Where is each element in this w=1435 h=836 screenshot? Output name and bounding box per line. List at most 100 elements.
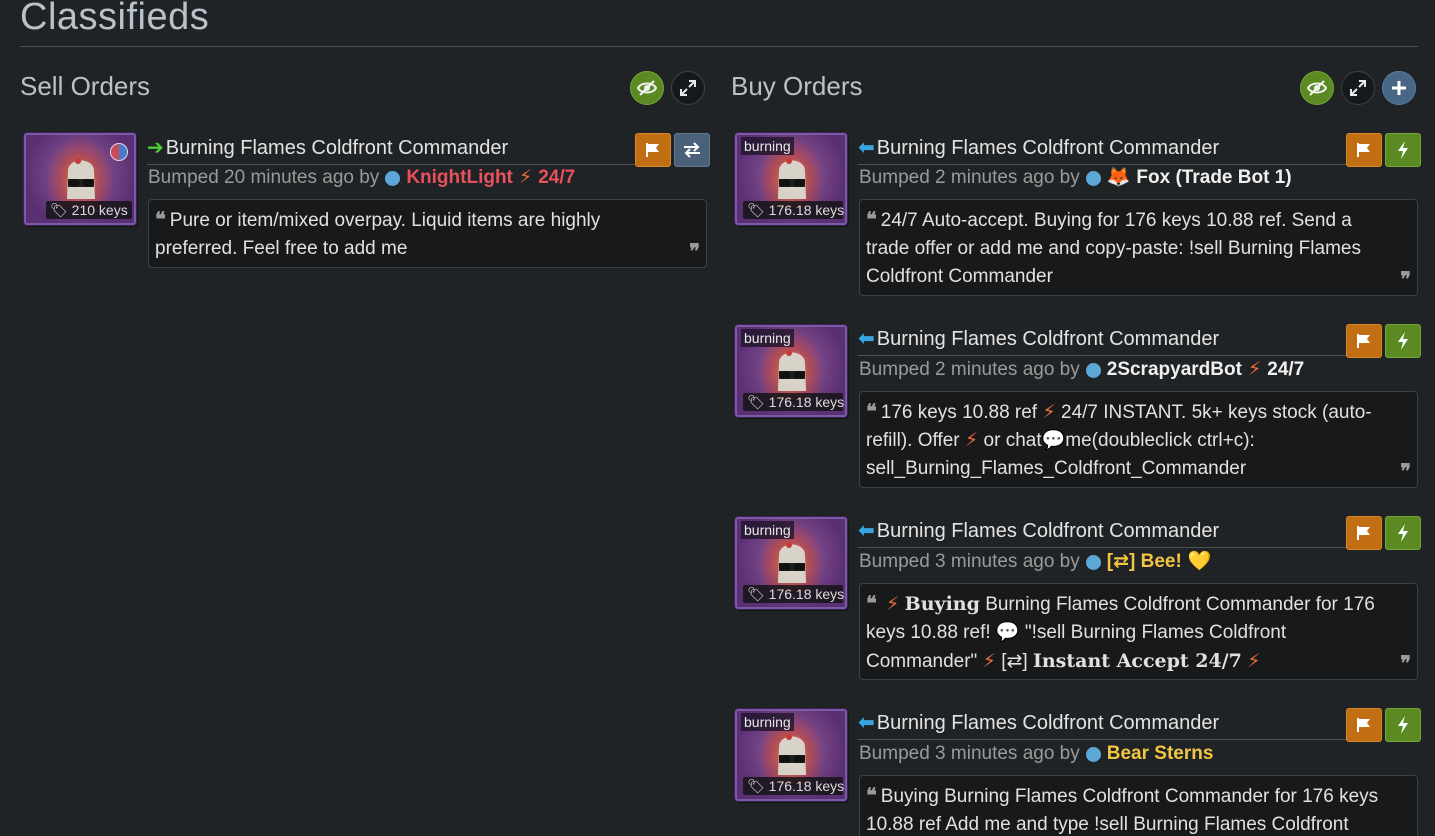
online-status-icon bbox=[385, 170, 401, 186]
instant-trade-button[interactable] bbox=[1385, 708, 1421, 742]
listing-comment: ❝ Pure or item/mixed overpay. Liquid item… bbox=[148, 199, 707, 268]
speech-bubble-icon: 💬 bbox=[1041, 430, 1066, 451]
classifieds-page: Classifieds Sell Orders 🏷 210 keys ➔ Bur… bbox=[0, 0, 1435, 836]
item-tile[interactable]: 🏷 210 keys bbox=[24, 133, 136, 225]
arrow-right-icon: ➔ bbox=[147, 137, 164, 159]
flag-icon bbox=[646, 143, 659, 157]
name-divider bbox=[858, 547, 1348, 548]
lightning-icon: ⚡ bbox=[1247, 359, 1262, 380]
report-button[interactable] bbox=[1346, 133, 1382, 167]
add-listing-button[interactable] bbox=[1382, 71, 1416, 105]
tag-icon: 🏷 bbox=[747, 394, 765, 410]
online-status-icon bbox=[1085, 746, 1101, 762]
coldfront-commander-icon bbox=[778, 158, 806, 199]
price-tag: 🏷 210 keys bbox=[46, 201, 132, 219]
item-tile[interactable]: burning 🏷 176.18 keys bbox=[735, 517, 847, 609]
report-button[interactable] bbox=[635, 133, 671, 167]
arrow-left-icon: ⬅ bbox=[858, 328, 875, 350]
expand-icon bbox=[680, 80, 696, 96]
exchange-icon bbox=[684, 142, 700, 158]
bumped-line: Bumped 3 minutes ago by Bear Sterns bbox=[859, 742, 1214, 766]
lightning-icon bbox=[1398, 332, 1408, 350]
tag-icon: 🏷 bbox=[747, 202, 765, 218]
name-divider bbox=[858, 355, 1348, 356]
listing-item-name[interactable]: ⬅ Burning Flames Coldfront Commander bbox=[858, 710, 1219, 736]
fox-icon: 🦊 bbox=[1106, 167, 1131, 188]
item-tile[interactable]: burning 🏷 176.18 keys bbox=[735, 325, 847, 417]
instant-trade-button[interactable] bbox=[1385, 324, 1421, 358]
quote-close-icon: ❞ bbox=[689, 239, 700, 263]
heart-icon: 💛 bbox=[1187, 551, 1212, 572]
report-button[interactable] bbox=[1346, 516, 1382, 550]
tag-icon: 🏷 bbox=[50, 202, 68, 218]
bot-tag: 24/7 bbox=[1267, 359, 1305, 380]
trade-offer-button[interactable] bbox=[674, 133, 710, 167]
item-tile[interactable]: burning 🏷 176.18 keys bbox=[735, 709, 847, 801]
username-link[interactable]: KnightLight bbox=[406, 166, 513, 190]
listing-comment: ❝ 24/7 Auto-accept. Buying for 176 keys 1… bbox=[859, 199, 1418, 296]
paint-indicator bbox=[110, 143, 128, 161]
quality-label: burning bbox=[741, 713, 794, 731]
bumped-line: Bumped 2 minutes ago by 🦊 Fox (Trade Bot… bbox=[859, 166, 1292, 190]
coldfront-commander-icon bbox=[67, 158, 95, 199]
bumped-line: Bumped 3 minutes ago by [⇄] Bee! 💛 bbox=[859, 550, 1212, 574]
listing-item-name[interactable]: ⬅ Burning Flames Coldfront Commander bbox=[858, 326, 1219, 352]
name-divider bbox=[147, 164, 637, 165]
listing-item-name[interactable]: ⬅ Burning Flames Coldfront Commander bbox=[858, 518, 1219, 544]
lightning-icon: ⚡ bbox=[1247, 651, 1261, 672]
lightning-icon: ⚡ bbox=[518, 167, 533, 188]
lightning-icon bbox=[1398, 524, 1408, 542]
coldfront-commander-icon bbox=[778, 542, 806, 583]
title-divider bbox=[20, 46, 1418, 47]
sell-orders-heading: Sell Orders bbox=[20, 71, 151, 101]
expand-button[interactable] bbox=[1341, 71, 1375, 105]
instant-trade-button[interactable] bbox=[1385, 133, 1421, 167]
username-link[interactable]: 2ScrapyardBot bbox=[1107, 358, 1242, 382]
listing-item-name[interactable]: ➔ Burning Flames Coldfront Commander bbox=[147, 135, 508, 161]
page-title: Classifieds bbox=[20, 0, 210, 38]
username-link[interactable]: [⇄] Bee! bbox=[1107, 550, 1182, 574]
quote-open-icon: ❝ bbox=[866, 207, 877, 231]
coldfront-commander-icon bbox=[778, 734, 806, 775]
username-link[interactable]: Fox (Trade Bot 1) bbox=[1136, 166, 1291, 190]
coldfront-commander-icon bbox=[778, 350, 806, 391]
name-divider bbox=[858, 739, 1348, 740]
bot-tag: 24/7 bbox=[538, 167, 576, 188]
quote-close-icon: ❞ bbox=[1400, 459, 1411, 483]
price-tag: 🏷 176.18 keys bbox=[743, 201, 844, 219]
tag-icon: 🏷 bbox=[747, 586, 765, 602]
report-button[interactable] bbox=[1346, 324, 1382, 358]
toggle-visibility-button[interactable] bbox=[630, 71, 664, 105]
arrow-left-icon: ⬅ bbox=[858, 712, 875, 734]
bumped-line: Bumped 2 minutes ago by 2ScrapyardBot ⚡ … bbox=[859, 358, 1305, 382]
price-tag: 🏷 176.18 keys bbox=[743, 585, 844, 603]
toggle-visibility-button[interactable] bbox=[1300, 71, 1334, 105]
report-button[interactable] bbox=[1346, 708, 1382, 742]
online-status-icon bbox=[1085, 554, 1101, 570]
quote-open-icon: ❝ bbox=[866, 399, 877, 423]
arrow-left-icon: ⬅ bbox=[858, 137, 875, 159]
eye-slash-icon bbox=[1307, 80, 1327, 96]
quote-open-icon: ❝ bbox=[866, 783, 877, 807]
flag-icon bbox=[1357, 526, 1370, 540]
quote-open-icon: ❝ bbox=[155, 207, 166, 231]
listing-item-name[interactable]: ⬅ Burning Flames Coldfront Commander bbox=[858, 135, 1219, 161]
speech-bubble-icon: 💬 bbox=[995, 622, 1020, 643]
quality-label: burning bbox=[741, 137, 794, 155]
quality-label: burning bbox=[741, 329, 794, 347]
quote-close-icon: ❞ bbox=[1400, 651, 1411, 675]
item-tile[interactable]: burning 🏷 176.18 keys bbox=[735, 133, 847, 225]
buy-orders-heading: Buy Orders bbox=[731, 71, 863, 101]
instant-trade-button[interactable] bbox=[1385, 516, 1421, 550]
lightning-icon bbox=[1398, 141, 1408, 159]
lightning-icon bbox=[1398, 716, 1408, 734]
bumped-line: Bumped 20 minutes ago by KnightLight ⚡ 2… bbox=[148, 166, 576, 190]
listing-comment: ❝ Buying Burning Flames Coldfront Command… bbox=[859, 775, 1418, 836]
flag-icon bbox=[1357, 334, 1370, 348]
lightning-icon: ⚡ bbox=[982, 651, 996, 672]
expand-button[interactable] bbox=[671, 71, 705, 105]
lightning-icon: ⚡ bbox=[886, 594, 900, 615]
lightning-icon: ⚡ bbox=[1042, 402, 1056, 423]
username-link[interactable]: Bear Sterns bbox=[1107, 742, 1214, 766]
plus-icon bbox=[1392, 81, 1406, 95]
